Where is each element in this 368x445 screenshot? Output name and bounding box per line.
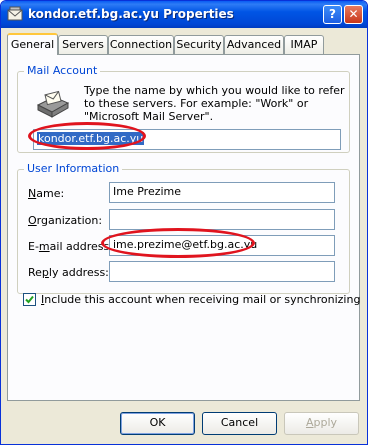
user-info-group: User Information Name: Ime Prezime Organ… (17, 162, 350, 294)
cancel-button[interactable]: Cancel (202, 412, 277, 435)
annotation-oval-account (28, 122, 146, 150)
mail-account-group: Mail Account Type the name by which you … (17, 64, 350, 153)
include-account-checkbox[interactable] (23, 293, 36, 306)
account-description: Type the name by which you would like to… (84, 84, 345, 123)
organization-field[interactable] (109, 209, 335, 230)
organization-label: Organization: (28, 214, 103, 227)
apply-button[interactable]: Apply (284, 412, 359, 435)
mail-server-icon (36, 90, 70, 118)
properties-window: kondor.etf.bg.ac.yu Properties ? ✕ Gener… (0, 0, 368, 445)
tab-general[interactable]: General (7, 33, 58, 55)
help-button[interactable]: ? (323, 5, 342, 24)
mail-account-group-label: Mail Account (24, 64, 101, 77)
window-title: kondor.etf.bg.ac.yu Properties (28, 7, 234, 21)
tab-servers[interactable]: Servers (58, 35, 108, 54)
ok-button[interactable]: OK (120, 412, 195, 435)
tab-security[interactable]: Security (174, 35, 224, 54)
reply-address-field[interactable] (109, 261, 335, 282)
tab-connection[interactable]: Connection (108, 35, 174, 54)
checkmark-icon (25, 295, 34, 304)
close-button[interactable]: ✕ (344, 5, 363, 24)
tab-imap[interactable]: IMAP (284, 35, 324, 54)
tab-advanced[interactable]: Advanced (224, 35, 284, 54)
include-account-label: Include this account when receiving mail… (41, 293, 361, 306)
name-label: Name: (28, 187, 65, 200)
annotation-oval-email (101, 228, 255, 258)
reply-address-label: Reply address: (28, 266, 109, 279)
mail-account-icon (7, 6, 23, 21)
general-tab-panel: Mail Account Type the name by which you … (7, 54, 360, 401)
name-field[interactable]: Ime Prezime (109, 182, 335, 203)
title-bar[interactable]: kondor.etf.bg.ac.yu Properties ? ✕ (1, 1, 367, 28)
user-info-group-label: User Information (24, 162, 123, 175)
